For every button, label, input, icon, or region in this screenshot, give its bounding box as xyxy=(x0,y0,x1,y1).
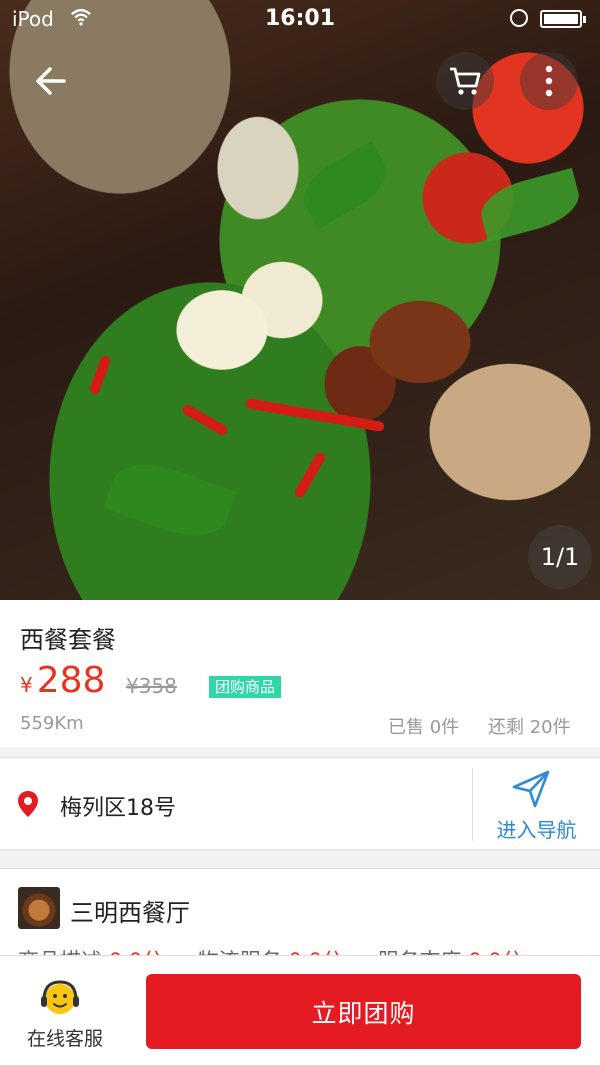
product-info: 西餐套餐 ¥ 288 ¥358 团购商品 559Km 已售 0件 还剩 20件 xyxy=(0,600,600,747)
store-thumbnail xyxy=(18,887,60,929)
chili-decoration xyxy=(245,397,385,433)
group-buy-badge: 团购商品 xyxy=(209,676,282,698)
product-photo[interactable] xyxy=(0,0,600,600)
store-name: 三明西餐厅 xyxy=(70,899,190,927)
navigate-label: 进入导航 xyxy=(496,818,577,842)
distance-label: 559Km xyxy=(20,713,84,734)
customer-service-icon xyxy=(41,980,79,1014)
back-button[interactable] xyxy=(22,52,80,110)
more-vertical-icon xyxy=(545,65,553,97)
leaf-decoration xyxy=(103,451,237,549)
product-title: 西餐套餐 xyxy=(20,626,116,654)
rotation-lock-icon xyxy=(510,9,528,27)
currency-symbol: ¥ xyxy=(20,673,33,697)
product-price: ¥ 288 xyxy=(20,660,105,701)
navigate-button[interactable]: 进入导航 xyxy=(473,758,600,851)
status-bar: iPod 16:01 xyxy=(0,0,600,40)
more-button[interactable] xyxy=(520,52,578,110)
location-pin-icon xyxy=(18,791,38,817)
location-row: 梅列区18号 进入导航 xyxy=(0,757,600,850)
price-value: 288 xyxy=(36,660,106,701)
leaf-decoration xyxy=(293,140,397,230)
chili-decoration xyxy=(88,354,112,396)
chili-decoration xyxy=(180,403,230,437)
navigation-arrow-icon xyxy=(512,770,550,808)
bottom-bar: 在线客服 立即团购 xyxy=(0,955,600,1065)
gallery-page-indicator: 1/1 xyxy=(528,525,592,589)
cart-icon xyxy=(450,67,481,95)
cart-button[interactable] xyxy=(436,52,494,110)
customer-service-button[interactable]: 在线客服 xyxy=(0,956,130,1065)
remaining-count: 还剩 20件 xyxy=(488,717,571,738)
customer-service-label: 在线客服 xyxy=(26,1028,103,1050)
arrow-left-icon xyxy=(36,67,66,95)
chili-decoration xyxy=(293,450,327,500)
sold-count: 已售 0件 xyxy=(388,717,460,738)
battery-icon xyxy=(540,10,586,28)
store-address: 梅列区18号 xyxy=(60,796,176,821)
leaf-decoration xyxy=(475,167,585,243)
original-price: ¥358 xyxy=(126,674,177,698)
group-buy-button[interactable]: 立即团购 xyxy=(146,974,581,1049)
